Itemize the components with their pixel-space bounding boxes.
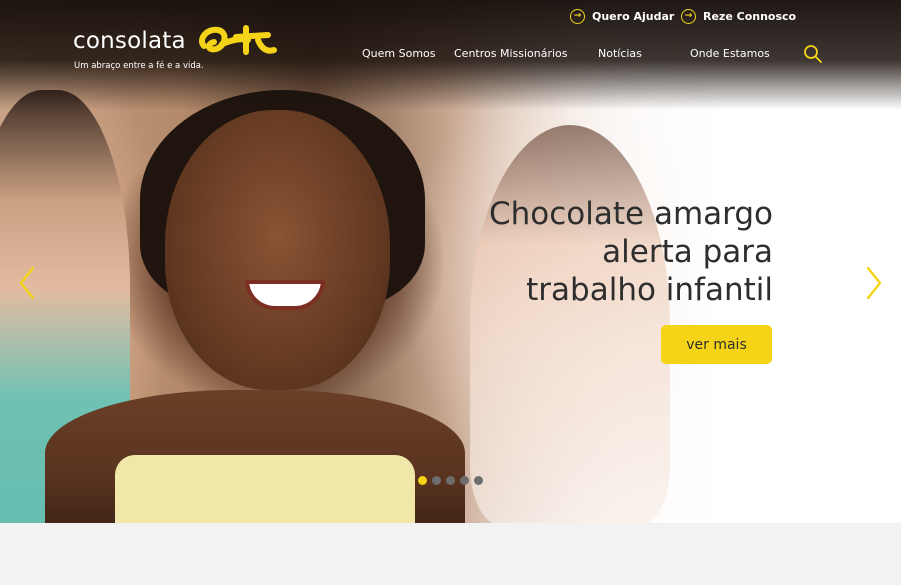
logo-tagline: Um abraço entre a fé e a vida. <box>74 61 204 71</box>
content-section-below <box>0 523 901 585</box>
hero-photo-child-face <box>165 110 390 390</box>
nav-item-centros-missionarios[interactable]: Centros Missionários <box>454 47 568 60</box>
quero-ajudar-label: Quero Ajudar <box>592 10 675 23</box>
slider-dot-4[interactable] <box>460 476 469 485</box>
hero-headline-line: trabalho infantil <box>526 272 773 308</box>
chevron-left-icon[interactable] <box>18 266 36 300</box>
nav-item-quem-somos[interactable]: Quem Somos <box>362 47 436 60</box>
nav-item-noticias[interactable]: Notícias <box>598 47 642 60</box>
slider-dot-1[interactable] <box>418 476 427 485</box>
slider-dot-2[interactable] <box>432 476 441 485</box>
reze-connosco-link[interactable]: → Reze Connosco <box>681 9 796 24</box>
site-header: consolata Um abraço entre a fé e a vida.… <box>0 0 901 110</box>
nav-item-onde-estamos[interactable]: Onde Estamos <box>690 47 770 60</box>
search-icon[interactable] <box>803 44 823 64</box>
ver-mais-button[interactable]: ver mais <box>661 325 772 364</box>
hero-headline-line: alerta para <box>602 234 773 270</box>
arrow-circle-icon: → <box>570 9 585 24</box>
slider-dot-3[interactable] <box>446 476 455 485</box>
reze-connosco-label: Reze Connosco <box>703 10 797 23</box>
logo-wordmark[interactable]: consolata <box>73 28 186 54</box>
hero-headline: Chocolate amargo alerta para trabalho in… <box>453 195 773 309</box>
slider-dot-5[interactable] <box>474 476 483 485</box>
hero-photo-child-top <box>115 455 415 523</box>
arrow-circle-icon: → <box>681 9 696 24</box>
hero-headline-line: Chocolate amargo <box>489 196 773 232</box>
slider-pagination <box>418 476 483 485</box>
quero-ajudar-link[interactable]: → Quero Ajudar <box>570 9 674 24</box>
hero-photo-child-right <box>470 125 670 523</box>
chevron-right-icon[interactable] <box>865 266 883 300</box>
consolata-mark-icon[interactable] <box>196 22 278 60</box>
